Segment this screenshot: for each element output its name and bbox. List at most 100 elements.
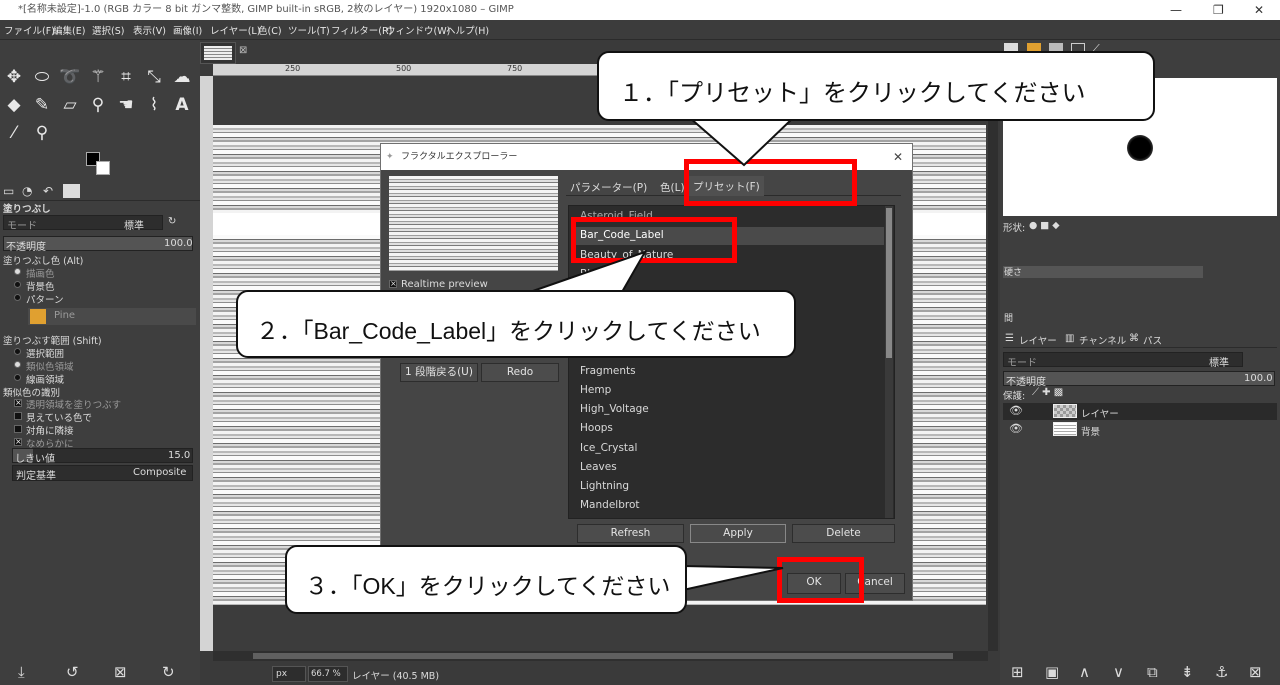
preset-item[interactable]: Fragments: [580, 365, 636, 377]
layer-row[interactable]: 👁 レイヤー: [1003, 403, 1277, 420]
menu-help[interactable]: ヘルプ(H): [446, 23, 489, 37]
tab-colors[interactable]: 色(L): [660, 180, 685, 195]
refresh-button[interactable]: Refresh: [577, 524, 684, 543]
restore-options-icon[interactable]: ↺: [66, 663, 79, 681]
mode-select[interactable]: モード 標準: [3, 215, 163, 232]
image-tab[interactable]: [200, 42, 236, 64]
duplicate-layer-icon[interactable]: ⧉: [1147, 663, 1158, 681]
preset-item[interactable]: Ice_Crystal: [580, 442, 637, 454]
menu-layer[interactable]: レイヤー(L): [210, 23, 260, 37]
fill-bg-radio[interactable]: [14, 281, 21, 288]
delete-options-icon[interactable]: ⊠: [114, 663, 127, 681]
menu-windows[interactable]: ウィンドウ(W): [386, 23, 450, 37]
fill-transparent-checkbox[interactable]: ×: [14, 399, 22, 407]
background-color-swatch[interactable]: [96, 161, 110, 175]
preset-item[interactable]: Lightning: [580, 480, 629, 492]
preset-item[interactable]: Blue: [580, 268, 603, 280]
layer-name[interactable]: 背景: [1081, 424, 1100, 438]
horizontal-scrollbar[interactable]: [213, 651, 988, 661]
fill-pattern-radio[interactable]: [14, 294, 21, 301]
tab-channels[interactable]: チャンネル: [1079, 333, 1126, 347]
preset-item[interactable]: Mandelbrot: [580, 499, 639, 511]
vertical-scrollbar[interactable]: [988, 76, 998, 651]
preset-item[interactable]: Leaves: [580, 461, 617, 473]
maximize-button[interactable]: ❐: [1213, 0, 1224, 20]
area-similar-radio[interactable]: [14, 361, 21, 368]
new-layer-icon[interactable]: ⊞: [1011, 663, 1024, 681]
tab-paths[interactable]: パス: [1143, 333, 1162, 347]
menu-select[interactable]: 選択(S): [92, 23, 124, 37]
delete-button[interactable]: Delete: [792, 524, 895, 543]
paths-icon[interactable]: ⌇: [142, 94, 166, 116]
preset-scroll-thumb[interactable]: [886, 208, 892, 358]
layer-opacity-slider[interactable]: 不透明度 100.0: [1003, 371, 1275, 388]
redo-button[interactable]: Redo: [481, 363, 559, 382]
undo-button[interactable]: 1 段階戻る(U): [400, 363, 478, 382]
reset-options-icon[interactable]: ↻: [162, 663, 175, 681]
lower-layer-icon[interactable]: ∨: [1113, 663, 1124, 681]
area-selection-radio[interactable]: [14, 348, 21, 355]
ellipse-select-icon[interactable]: ⬭: [30, 66, 54, 88]
warp-icon[interactable]: ☁: [170, 66, 194, 88]
brush-shape-icons[interactable]: ● ■ ◆: [1029, 220, 1060, 231]
smudge-icon[interactable]: ☚: [114, 94, 138, 116]
tab-layers[interactable]: レイヤー: [1019, 333, 1057, 347]
anchor-layer-icon[interactable]: ⚓: [1215, 663, 1228, 681]
clone-icon[interactable]: ⚲: [86, 94, 110, 116]
layers-tab-icon[interactable]: ☰: [1005, 333, 1014, 344]
preset-item[interactable]: Hoops: [580, 422, 613, 434]
crop-icon[interactable]: ⌗: [114, 66, 138, 88]
unit-select[interactable]: px: [272, 666, 306, 682]
magnify-icon[interactable]: ⚲: [30, 122, 54, 144]
tool-options-tab-icon[interactable]: ▭: [3, 184, 14, 198]
undo-history-tab-icon[interactable]: ↶: [43, 184, 53, 198]
visibility-eye-icon[interactable]: 👁: [1009, 404, 1023, 417]
close-window-button[interactable]: ✕: [1254, 0, 1264, 20]
merge-layer-icon[interactable]: ⇟: [1181, 663, 1194, 681]
save-options-icon[interactable]: ⤓: [18, 663, 25, 681]
menu-filters[interactable]: フィルター(R): [331, 23, 392, 37]
menu-image[interactable]: 画像(I): [173, 23, 202, 37]
lock-icons[interactable]: ⟋ ✚ ▩: [1032, 387, 1063, 398]
menu-tools[interactable]: ツール(T): [288, 23, 330, 37]
images-tab-icon[interactable]: [63, 184, 80, 198]
zoom-select[interactable]: 66.7 %: [308, 666, 348, 682]
preset-item[interactable]: Hemp: [580, 384, 611, 396]
layer-row[interactable]: 👁 背景: [1003, 421, 1277, 438]
threshold-slider[interactable]: しきい値 15.0: [12, 448, 193, 465]
bucket-fill-icon[interactable]: ◆: [2, 94, 26, 116]
scrollbar-thumb[interactable]: [253, 653, 953, 659]
sample-merged-checkbox[interactable]: [14, 412, 22, 420]
layer-name[interactable]: レイヤー: [1081, 406, 1119, 420]
tab-parameters[interactable]: パラメーター(P): [570, 180, 647, 195]
fuzzy-select-icon[interactable]: ⚚: [86, 66, 110, 88]
color-picker-icon[interactable]: ⁄: [2, 122, 26, 144]
area-lineart-radio[interactable]: [14, 374, 21, 381]
mode-reset-icon[interactable]: ↻: [168, 216, 176, 227]
unified-transform-icon[interactable]: ⤡: [142, 66, 166, 88]
preset-item[interactable]: High_Voltage: [580, 403, 649, 415]
pattern-selector[interactable]: Pine: [28, 308, 196, 325]
antialias-checkbox[interactable]: ×: [14, 438, 22, 446]
apply-button[interactable]: Apply: [690, 524, 786, 543]
menu-colors[interactable]: 色(C): [258, 23, 282, 37]
diagonal-checkbox[interactable]: [14, 425, 22, 433]
text-tool-icon[interactable]: A: [170, 94, 194, 116]
raise-layer-icon[interactable]: ∧: [1079, 663, 1090, 681]
free-select-icon[interactable]: ➰: [58, 66, 82, 88]
menu-file[interactable]: ファイル(F): [4, 23, 55, 37]
menu-edit[interactable]: 編集(E): [53, 23, 85, 37]
criterion-select[interactable]: 判定基準 Composite: [12, 465, 193, 482]
minimize-button[interactable]: —: [1170, 0, 1182, 20]
device-status-tab-icon[interactable]: ◔: [22, 184, 32, 198]
brush-editor-sliders[interactable]: 硬さ 間: [1003, 234, 1277, 324]
eraser-icon[interactable]: ▱: [58, 94, 82, 116]
dialog-close-icon[interactable]: ✕: [893, 144, 903, 170]
visibility-eye-icon[interactable]: 👁: [1009, 422, 1023, 435]
fill-fg-radio[interactable]: [14, 268, 21, 275]
delete-layer-icon[interactable]: ⊠: [1249, 663, 1262, 681]
paths-tab-icon[interactable]: ⌘: [1129, 333, 1139, 344]
close-tab-icon[interactable]: ⊠: [239, 45, 247, 56]
opacity-slider[interactable]: 不透明度 100.0: [3, 236, 193, 253]
paintbrush-icon[interactable]: ✎: [30, 94, 54, 116]
